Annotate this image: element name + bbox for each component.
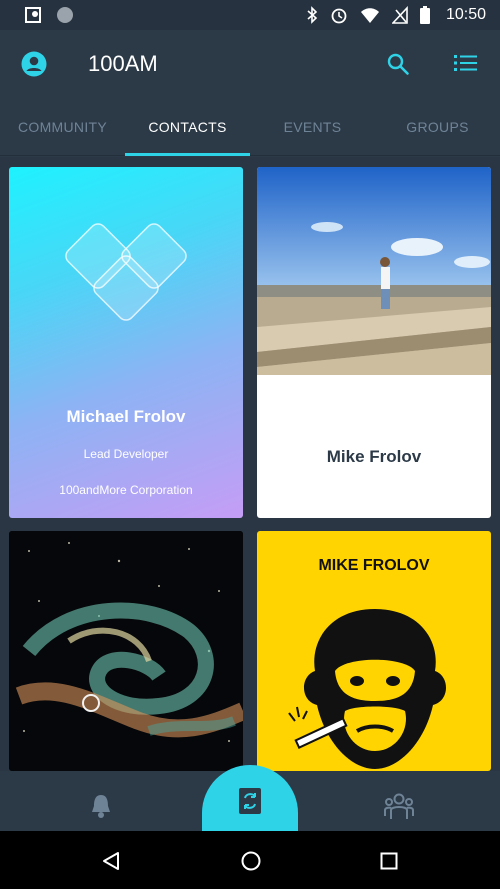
bluetooth-icon: [307, 6, 318, 24]
tab-events[interactable]: EVENTS: [250, 100, 375, 156]
contact-card[interactable]: Michael Frolov Lead Developer 100andMore…: [9, 167, 243, 518]
swap-icon: [239, 788, 261, 814]
contact-name: Mike Frolov: [326, 447, 422, 466]
account-icon[interactable]: [21, 51, 47, 77]
tab-contacts[interactable]: CONTACTS: [125, 100, 250, 156]
back-icon[interactable]: [101, 851, 121, 871]
home-icon[interactable]: [240, 850, 262, 872]
bell-icon[interactable]: [90, 793, 112, 819]
contact-name: Michael Frolov: [66, 407, 186, 426]
alarm-icon: [331, 8, 347, 24]
system-nav-bar: [0, 831, 500, 889]
contact-company: 100andMore Corporation: [59, 483, 193, 497]
search-icon[interactable]: [386, 52, 410, 76]
contacts-grid: Michael Frolov Lead Developer 100andMore…: [0, 157, 500, 771]
clock: 10:50: [445, 6, 486, 23]
tab-community[interactable]: COMMUNITY: [0, 100, 125, 156]
app-title: 100AM: [88, 51, 158, 76]
contact-name: MIKE FROLOV: [318, 557, 430, 574]
app-bar: 100AM: [0, 30, 500, 100]
list-icon[interactable]: [454, 53, 478, 73]
tab-bar: COMMUNITY CONTACTS EVENTS GROUPS: [0, 100, 500, 156]
tab-groups[interactable]: GROUPS: [375, 100, 500, 156]
circle-icon: [57, 7, 73, 23]
contact-card[interactable]: MIKE FROLOV: [257, 531, 491, 771]
heart-logo-icon: [65, 223, 187, 321]
status-bar: 10:50: [0, 0, 500, 30]
map-pin-icon: [25, 7, 41, 23]
artwork-image: [9, 531, 243, 771]
recents-icon[interactable]: [380, 852, 398, 870]
no-signal-icon: [391, 6, 408, 24]
group-icon[interactable]: [384, 792, 414, 820]
wifi-icon: [360, 8, 379, 23]
contact-role: Lead Developer: [83, 447, 169, 461]
contact-photo: [257, 167, 491, 375]
contact-card[interactable]: Mike Frolov: [257, 167, 491, 518]
battery-icon: [419, 6, 430, 24]
gorilla-logo-icon: [288, 609, 447, 769]
contact-card[interactable]: [9, 531, 243, 771]
